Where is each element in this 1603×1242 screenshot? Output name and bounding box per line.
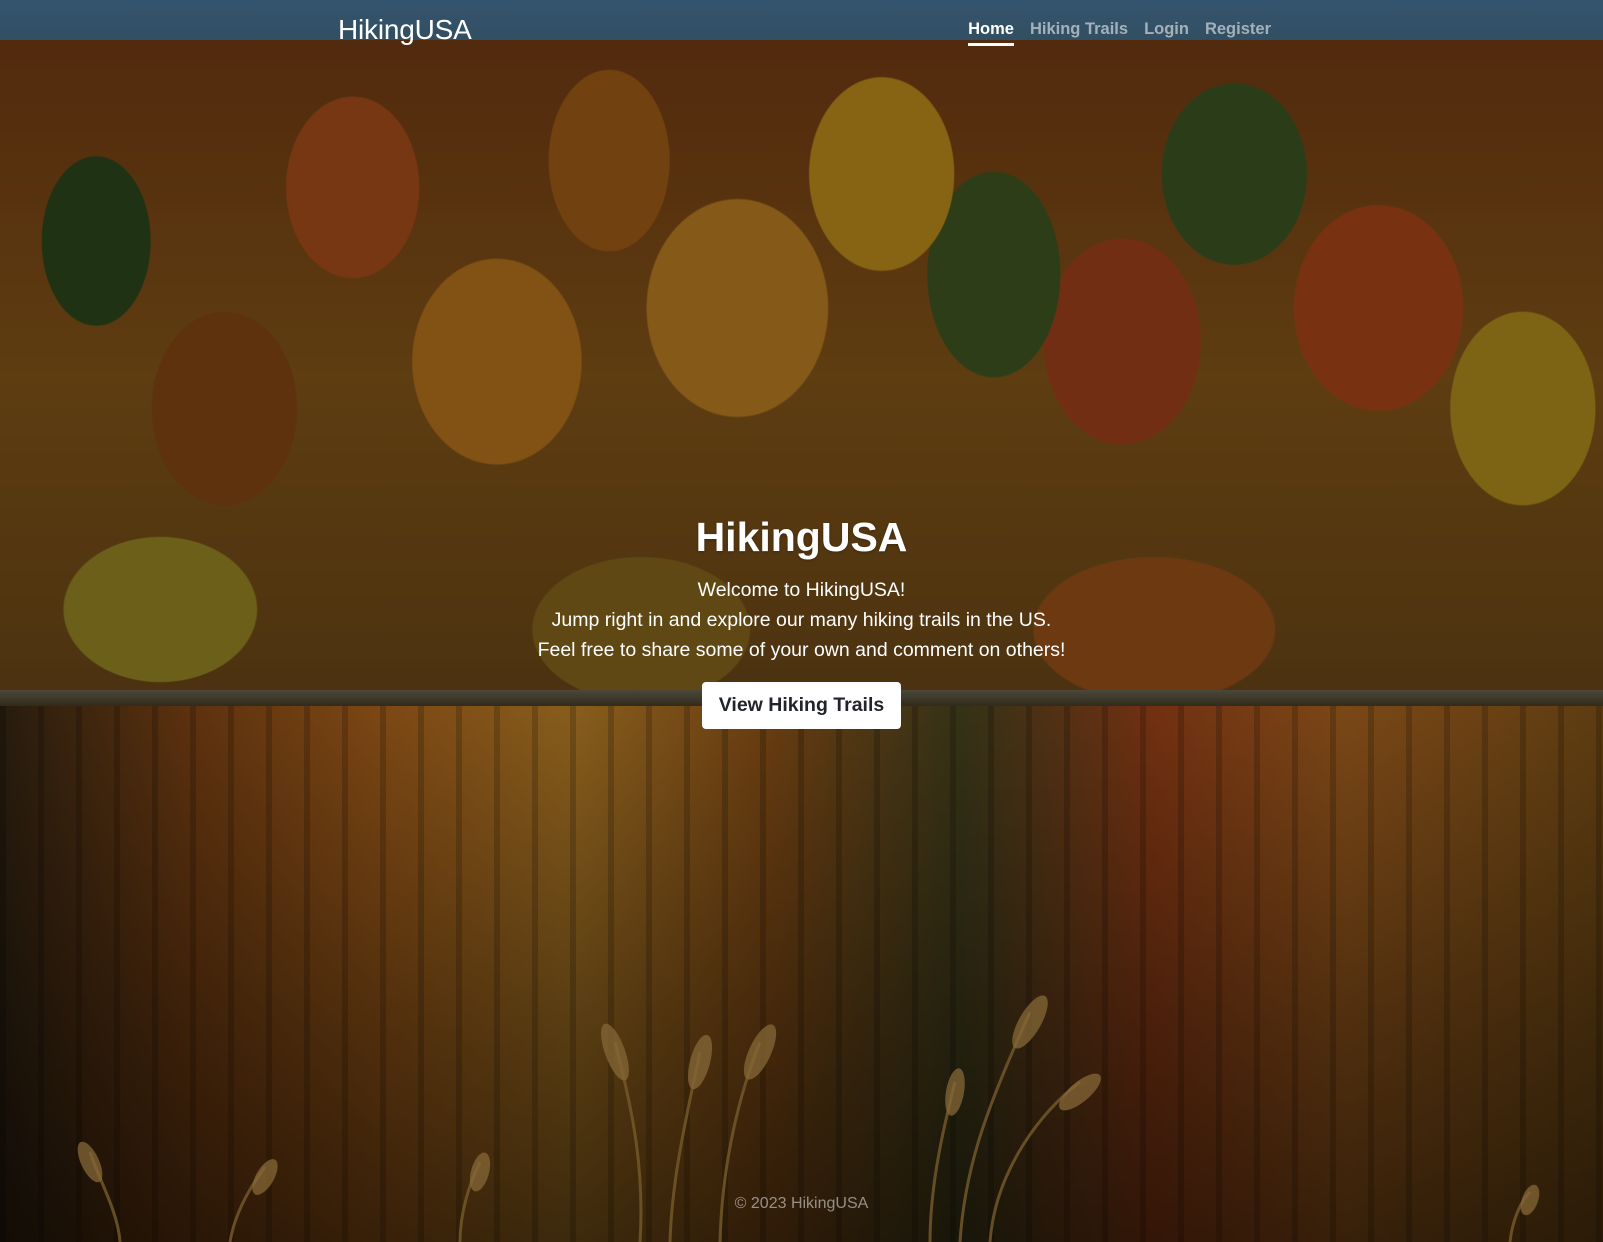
hero-section: HikingUSA Welcome to HikingUSA! Jump rig… xyxy=(0,514,1603,729)
footer: © 2023 HikingUSA xyxy=(0,1195,1603,1213)
hero-share-text: Feel free to share some of your own and … xyxy=(537,639,1066,661)
nav-links: Home Hiking Trails Login Register xyxy=(968,20,1271,46)
footer-copyright: © 2023 HikingUSA xyxy=(734,1195,869,1212)
hero-title: HikingUSA xyxy=(695,514,908,560)
hero-welcome-text: Welcome to HikingUSA! xyxy=(697,579,906,601)
nav-link-register[interactable]: Register xyxy=(1205,20,1271,46)
nav-link-home[interactable]: Home xyxy=(968,20,1014,46)
hero-explore-text: Jump right in and explore our many hikin… xyxy=(551,609,1052,631)
nav-link-login[interactable]: Login xyxy=(1144,20,1189,46)
navbar: HikingUSA Home Hiking Trails Login Regis… xyxy=(0,0,1603,60)
view-hiking-trails-button[interactable]: View Hiking Trails xyxy=(701,682,902,729)
brand-logo-link[interactable]: HikingUSA xyxy=(338,14,472,46)
nav-link-hiking-trails[interactable]: Hiking Trails xyxy=(1030,20,1128,46)
